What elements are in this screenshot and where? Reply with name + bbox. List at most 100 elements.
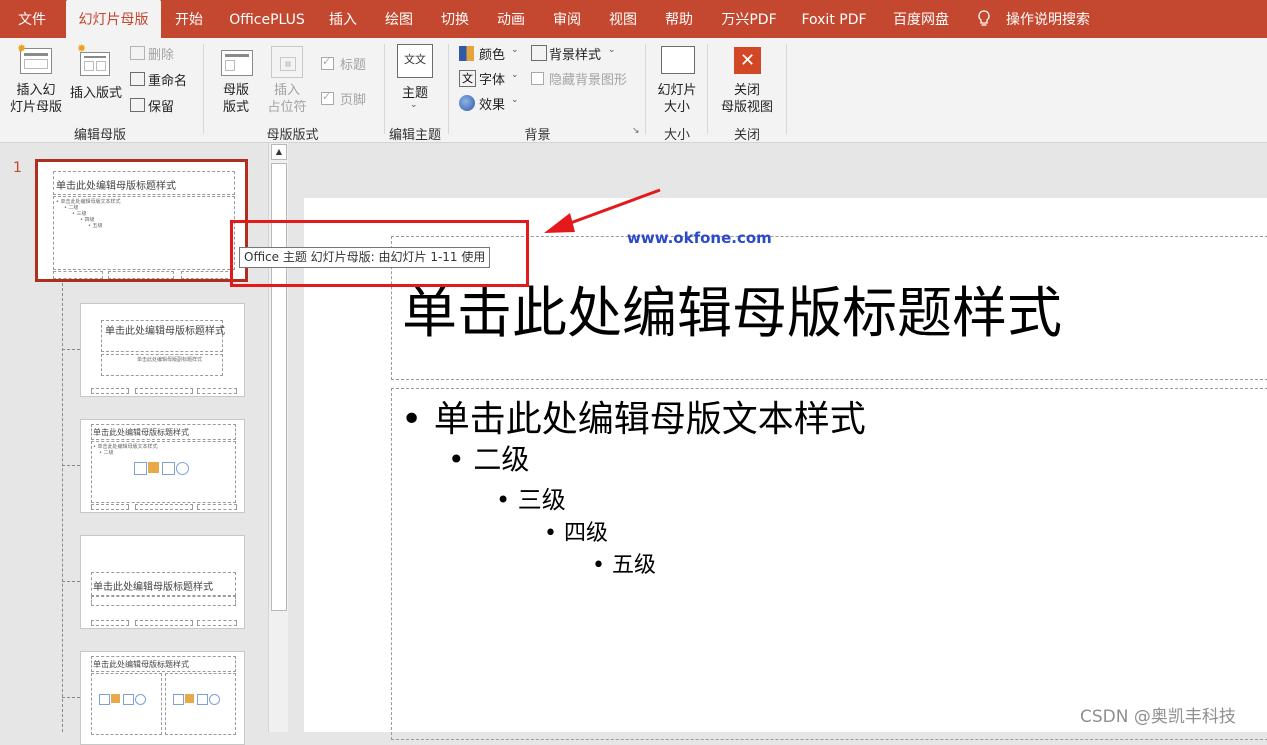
tab-foxit-pdf[interactable]: Foxit PDF	[794, 0, 874, 38]
annotation-arrow-icon	[544, 188, 661, 233]
title-checkbox[interactable]	[321, 55, 334, 70]
tab-slide-master[interactable]: 幻灯片母版	[66, 0, 161, 38]
group-separator	[448, 44, 449, 134]
delete-icon	[130, 46, 145, 60]
slide-size-button[interactable]: 幻灯片 大小	[652, 82, 702, 116]
level2-text[interactable]: 二级	[473, 443, 529, 476]
chevron-down-icon: ⌄	[410, 100, 418, 110]
tab-wondershare-pdf[interactable]: 万兴PDF	[712, 0, 786, 38]
group-label-background: 背景	[524, 128, 551, 143]
level1-text[interactable]: 单击此处编辑母版文本样式	[434, 399, 866, 440]
level4-bullet[interactable]: • 四级	[544, 515, 608, 547]
background-styles-button[interactable]: 背景样式	[549, 44, 601, 63]
ribbon: ✸ 插入幻 灯片母版 ✸ 插入版式 删除 重命名 保留 编辑母版 母版 版式 ▦…	[0, 38, 1267, 143]
tree-connector	[62, 697, 80, 698]
tab-officeplus[interactable]: OfficePLUS	[222, 0, 312, 38]
content-insert-icons	[173, 694, 223, 706]
group-separator	[645, 44, 646, 134]
thumb-footer-placeholder	[53, 271, 103, 279]
rename-button[interactable]: 重命名	[148, 70, 187, 89]
sparkle-icon: ✸	[77, 42, 87, 55]
tree-connector	[62, 465, 80, 466]
footer-checkbox-label: 页脚	[340, 93, 367, 108]
effects-icon	[459, 95, 475, 111]
tab-draw[interactable]: 绘图	[376, 0, 422, 38]
tree-connector	[62, 349, 80, 350]
chevron-down-icon: ⌄	[511, 45, 519, 55]
thumb-title-text: 单击此处编辑母版标题样式	[93, 428, 189, 437]
tree-connector	[62, 581, 80, 582]
thumb-footer-placeholder	[108, 271, 174, 279]
group-separator	[786, 44, 787, 134]
thumb-text-placeholder	[91, 596, 236, 606]
level5-bullet[interactable]: • 五级	[592, 547, 656, 579]
dialog-launcher-icon[interactable]: ↘	[632, 126, 640, 136]
tab-file[interactable]: 文件	[6, 0, 58, 38]
group-label-size: 大小	[663, 128, 690, 143]
preserve-button[interactable]: 保留	[148, 96, 174, 115]
tab-insert[interactable]: 插入	[320, 0, 366, 38]
level1-bullet[interactable]: • 单击此处编辑母版文本样式	[401, 390, 866, 442]
title-checkbox-label: 标题	[340, 58, 367, 73]
master-layout-icon	[221, 50, 253, 76]
tab-baidu-netdisk[interactable]: 百度网盘	[884, 0, 958, 38]
group-separator	[707, 44, 708, 134]
layout-thumbnail-title[interactable]: 单击此处编辑母版标题样式 单击此处编辑母版副标题样式	[80, 303, 245, 397]
insert-slide-master-button[interactable]: 插入幻 灯片母版	[6, 82, 66, 116]
insert-placeholder-icon: ▦	[271, 46, 303, 78]
tab-transitions[interactable]: 切换	[432, 0, 478, 38]
thumb-subtitle-text: 单击此处编辑母版副标题样式	[137, 357, 203, 363]
level2-bullet[interactable]: • 二级	[448, 438, 529, 478]
group-label-edit-theme: 编辑主题	[388, 128, 441, 143]
tell-me-search[interactable]: 操作说明搜索	[1006, 0, 1090, 40]
thumb-footer-placeholder	[197, 620, 237, 626]
level5-text[interactable]: 五级	[612, 553, 656, 578]
layout-thumbnail-section-header[interactable]: 单击此处编辑母版标题样式	[80, 535, 245, 629]
footer-checkbox[interactable]	[321, 90, 334, 105]
fonts-button[interactable]: 字体	[479, 69, 505, 88]
insert-layout-button[interactable]: 插入版式	[66, 82, 126, 101]
background-styles-icon	[531, 45, 547, 61]
tree-connector	[62, 283, 63, 732]
tab-animations[interactable]: 动画	[488, 0, 534, 38]
chevron-down-icon: ⌄	[511, 95, 519, 105]
colors-icon	[459, 46, 474, 61]
thumb-footer-placeholder	[135, 388, 193, 394]
layout-thumbnail-two-content[interactable]: 单击此处编辑母版标题样式	[80, 651, 245, 745]
layout-thumbnail-title-content[interactable]: 单击此处编辑母版标题样式 • 单击此处编辑母版文本样式 • 二级	[80, 419, 245, 513]
lightbulb-icon[interactable]	[977, 10, 991, 28]
themes-button[interactable]: 主题	[393, 82, 437, 101]
colors-button[interactable]: 颜色	[479, 44, 505, 63]
tab-home[interactable]: 开始	[166, 0, 212, 38]
hide-background-label: 隐藏背景图形	[549, 73, 628, 88]
preserve-icon	[130, 98, 145, 112]
insert-placeholder-button[interactable]: 插入 占位符	[262, 82, 312, 116]
level3-bullet[interactable]: • 三级	[496, 480, 566, 515]
scroll-up-arrow-icon[interactable]: ▲	[271, 144, 287, 160]
group-label-close: 关闭	[733, 128, 760, 143]
tab-view[interactable]: 视图	[600, 0, 646, 38]
annotation-highlight-box	[230, 220, 529, 287]
thumbnail-pane: 1 单击此处编辑母版标题样式 • 单击此处编辑母版文本样式 • 二级 • 三级 …	[0, 143, 268, 745]
thumb-level2: • 二级	[99, 450, 114, 456]
level3-text[interactable]: 三级	[518, 486, 566, 514]
fonts-icon: 文	[459, 70, 476, 87]
group-label-master-layout: 母版版式	[266, 128, 319, 143]
hide-background-checkbox[interactable]	[531, 72, 544, 85]
slide-number: 1	[13, 160, 22, 176]
tab-help[interactable]: 帮助	[656, 0, 702, 38]
thumb-title-text: 单击此处编辑母版标题样式	[93, 582, 213, 593]
thumb-level5: • 五级	[88, 223, 103, 229]
effects-button[interactable]: 效果	[479, 94, 505, 113]
level4-text[interactable]: 四级	[564, 521, 608, 546]
thumb-footer-placeholder	[91, 388, 129, 394]
thumb-footer-placeholder	[91, 504, 129, 510]
thumb-footer-placeholder	[197, 504, 237, 510]
delete-button[interactable]: 删除	[148, 44, 174, 63]
close-master-view-button[interactable]: 关闭 母版视图	[716, 82, 778, 116]
master-layout-button[interactable]: 母版 版式	[214, 82, 258, 116]
slide-master-thumbnail[interactable]: 单击此处编辑母版标题样式 • 单击此处编辑母版文本样式 • 二级 • 三级 • …	[35, 159, 248, 282]
content-insert-icons	[99, 694, 149, 706]
tab-review[interactable]: 审阅	[544, 0, 590, 38]
thumb-footer-placeholder	[135, 504, 193, 510]
